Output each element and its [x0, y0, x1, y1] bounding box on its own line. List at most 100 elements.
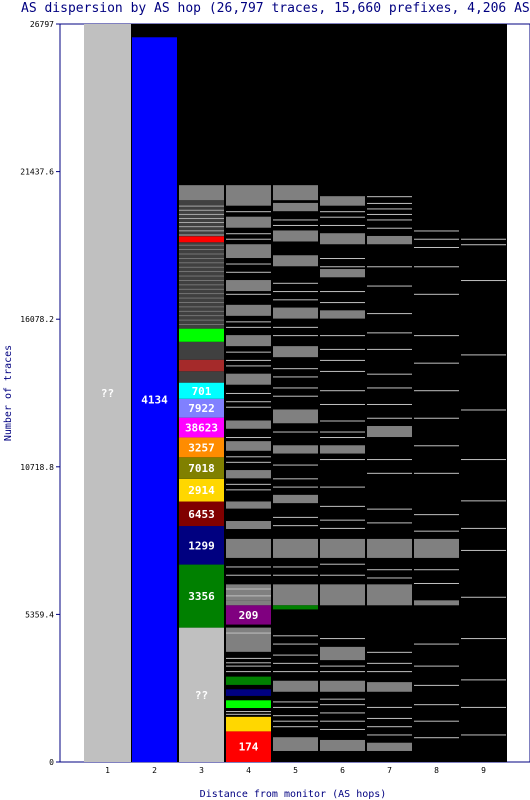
- hop-3-stripe: [179, 280, 224, 281]
- hop-8-background: [413, 24, 460, 762]
- x-tick-label: 6: [340, 766, 345, 775]
- hop-9-minor-line: [461, 354, 506, 356]
- hop-5-gray-band: [273, 680, 318, 692]
- hop-4-minor-line: [226, 657, 271, 659]
- y-axis-ticks: 0 5359.4 10718.8 16078.2 21437.6 26797: [20, 20, 60, 767]
- hop-3-stripe: [179, 297, 224, 299]
- hop-7-minor-line: [367, 417, 412, 419]
- hop-7-minor-line: [367, 196, 412, 198]
- hop-7-minor-line: [367, 577, 412, 579]
- y-tick-label: 0: [49, 758, 54, 767]
- hop-5-minor-line: [273, 726, 318, 728]
- hop-8-minor-line: [414, 238, 459, 240]
- hop-4-segment: [226, 716, 271, 732]
- hop-6-minor-line: [320, 302, 365, 304]
- hop-4-gray-band: [226, 280, 271, 292]
- hop-9-minor-line: [461, 500, 506, 502]
- hop-3-segment-label: 7922: [188, 402, 215, 415]
- hop-5-minor-line: [273, 574, 318, 576]
- hop-3-segment-label: ??: [195, 689, 208, 702]
- hop-7-gray-band: [367, 235, 412, 245]
- hop-9-minor-line: [461, 638, 506, 640]
- hop-6-minor-line: [320, 671, 365, 673]
- hop-6-minor-line: [320, 266, 365, 268]
- x-tick-label: 2: [152, 766, 157, 775]
- hop-6-gray-band: [320, 310, 365, 319]
- hop-6-minor-line: [320, 505, 365, 507]
- hop-7-minor-line: [367, 208, 412, 210]
- hop-7-gray-band: [367, 538, 412, 558]
- hop-6-gray-band: [320, 739, 365, 751]
- as-dispersion-chart: AS dispersion by AS hop (26,797 traces, …: [3, 1, 530, 800]
- y-tick-label: 5359.4: [25, 610, 54, 619]
- hop-4-minor-line: [226, 392, 271, 394]
- hop-7-gray-band: [367, 584, 412, 606]
- hop-2-segment-label: 4134: [141, 394, 168, 407]
- hop-5-minor-line: [273, 376, 318, 378]
- hop-6-minor-line: [320, 519, 365, 521]
- hop-9-minor-line: [461, 459, 506, 461]
- hop-6-minor-line: [320, 720, 365, 722]
- hop-4-minor-line: [226, 665, 271, 667]
- hop-8-minor-line: [414, 230, 459, 232]
- hop-4-minor-line: [226, 456, 271, 458]
- hop-4-gray-band: [226, 335, 271, 347]
- hop-6-minor-line: [320, 291, 365, 293]
- hop-4-gray-band: [226, 584, 271, 601]
- hop-5-gray-band: [273, 409, 318, 424]
- hop-5-gray-band: [273, 494, 318, 504]
- hop-9-minor-line: [461, 596, 506, 598]
- hop-9-minor-line: [461, 679, 506, 681]
- x-tick-label: 9: [481, 766, 486, 775]
- hop-6-gray-band: [320, 538, 365, 558]
- hop-6-minor-line: [320, 574, 365, 576]
- hop-5-minor-line: [273, 224, 318, 226]
- hop-9-minor-line: [461, 238, 506, 240]
- hop-8-minor-line: [414, 684, 459, 686]
- hop-5-minor-line: [273, 335, 318, 337]
- hop-6-minor-line: [320, 728, 365, 730]
- hop-4-segment: [226, 689, 271, 696]
- hop-3-stripe: [179, 293, 224, 295]
- hop-4-minor-line: [226, 238, 271, 240]
- hop-3-stripe: [179, 315, 224, 317]
- hop-6-gray-band: [320, 269, 365, 278]
- hop-4-gray-band: [226, 521, 271, 530]
- hop-7-minor-line: [367, 706, 412, 708]
- hop-3-segment: [179, 371, 224, 383]
- hop-5-background: [272, 24, 319, 762]
- y-axis-label: Number of traces: [3, 345, 14, 441]
- hop-3-stripe: [179, 302, 224, 303]
- hop-4-minor-line: [226, 326, 271, 328]
- hop-7-minor-line: [367, 227, 412, 229]
- hop-7-minor-line: [367, 202, 412, 204]
- hop-3-stripe: [179, 253, 224, 255]
- hop-3-segment-label: 38623: [185, 422, 218, 435]
- hop-4-segment-label: 209: [239, 609, 259, 622]
- hop-5-minor-line: [273, 326, 318, 328]
- hop-8-minor-line: [414, 335, 459, 337]
- hop-4-gray-band: [226, 216, 271, 228]
- hop-5-minor-line: [273, 291, 318, 293]
- hop-6-minor-line: [320, 359, 365, 361]
- hop-3-stripe: [179, 319, 224, 321]
- hop-7-minor-line: [367, 726, 412, 728]
- hop-4-gray-band: [226, 420, 271, 429]
- hop-6-minor-line: [320, 563, 365, 565]
- hop-4-minor-line: [226, 632, 271, 634]
- hop-7-minor-line: [367, 569, 412, 571]
- hop-6-minor-line: [320, 638, 365, 640]
- hop-6-minor-line: [320, 335, 365, 337]
- hop-4-minor-line: [226, 401, 271, 403]
- hop-3-stripe: [179, 271, 224, 273]
- hop-7-minor-line: [367, 266, 412, 268]
- hop-4-minor-line: [226, 671, 271, 673]
- hop-3-segment-label: 2914: [188, 484, 215, 497]
- hop-3-stripe: [179, 249, 224, 250]
- x-tick-label: 7: [387, 766, 392, 775]
- y-tick-label: 21437.6: [20, 168, 54, 177]
- hop-3-stripe: [179, 262, 224, 264]
- hop-7-minor-line: [367, 717, 412, 719]
- hop-8-minor-line: [414, 737, 459, 739]
- hop-9-minor-line: [461, 549, 506, 551]
